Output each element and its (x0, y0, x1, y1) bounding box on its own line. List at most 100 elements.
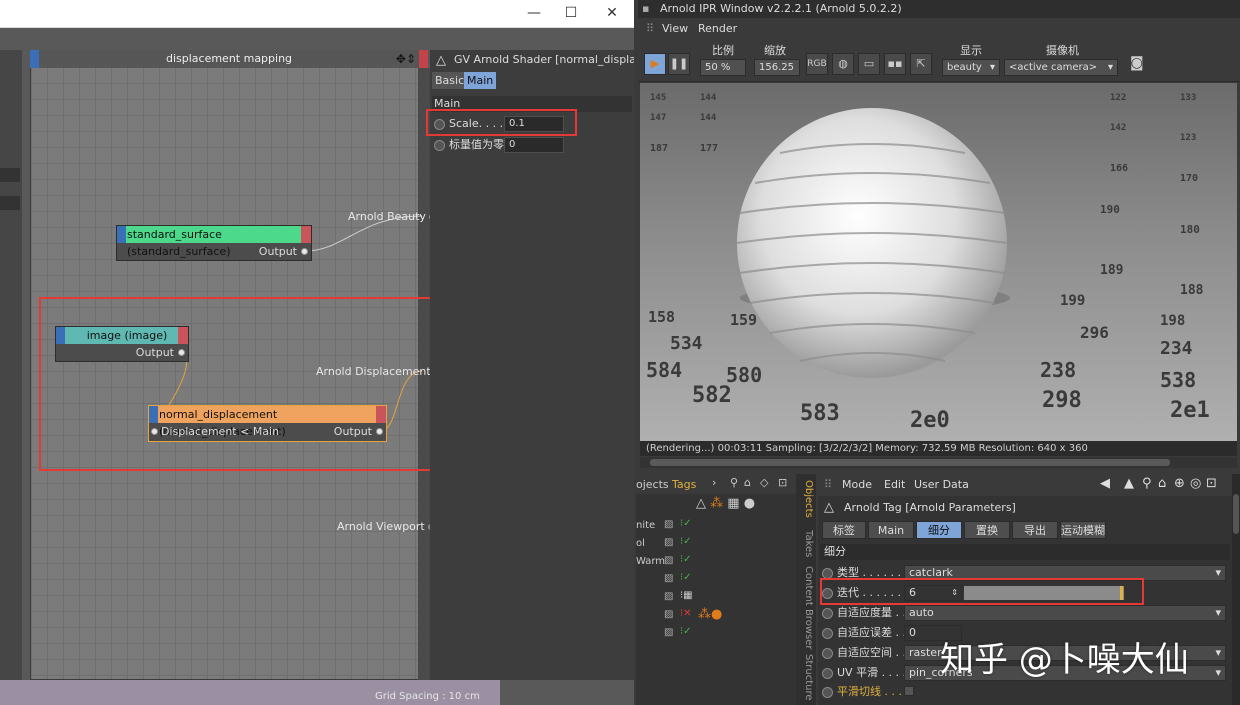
menu-edit[interactable]: Edit (884, 478, 905, 491)
render-number: 147 (650, 113, 667, 123)
layer-icon[interactable]: ▨ (664, 627, 673, 638)
arnold-tag-icon[interactable]: △ (696, 496, 706, 511)
globe-icon[interactable]: ◍ (832, 53, 854, 75)
object-row[interactable]: ▨ ⁝▦ (636, 589, 796, 607)
layer-icon[interactable]: ▨ (664, 573, 673, 584)
visible-check-icon[interactable]: ⁝✓ (680, 554, 692, 565)
ratio-stepper[interactable]: 50 % (700, 59, 746, 76)
vertical-tabs: Objects Takes Content Browser Structure (796, 474, 816, 705)
object-row[interactable]: ol ▨ ⁝✓ (636, 535, 796, 553)
material-tag-icon[interactable]: ⁂ (710, 496, 723, 511)
render-number: 580 (726, 363, 763, 387)
menu-view[interactable]: View (662, 22, 688, 35)
visible-check-icon[interactable]: ⁝✓ (680, 572, 692, 583)
scrollbar-thumb[interactable] (1233, 494, 1239, 534)
keyframe-radio[interactable] (822, 647, 833, 659)
tab-main[interactable]: Main (464, 72, 497, 89)
lock-icon[interactable]: ⊕ (1174, 476, 1185, 491)
zoom-stepper[interactable]: 156.25 (754, 59, 800, 76)
dropdown-value: beauty (947, 62, 982, 73)
param-smooth-tangents[interactable]: 平滑切线 . . . . (820, 683, 1230, 701)
sphere-tag-icon[interactable]: ● (744, 496, 755, 511)
menu-user-data[interactable]: User Data (914, 478, 969, 491)
object-row[interactable]: ▨ ⁝✓ (636, 571, 796, 589)
vtab-takes[interactable]: Takes (798, 530, 814, 557)
region-icon[interactable]: ▭ (858, 53, 880, 75)
smooth-tangents-checkbox[interactable] (904, 686, 914, 696)
horizontal-scrollbar[interactable] (640, 457, 1237, 468)
render-number: 159 (730, 311, 758, 329)
camera-snapshot-icon[interactable]: ◙ (1130, 55, 1144, 71)
tags-tab[interactable]: Tags (672, 478, 696, 491)
play-button[interactable]: ▶ (644, 53, 666, 75)
render-number: 538 (1160, 368, 1197, 392)
vertical-scrollbar[interactable] (1232, 474, 1240, 705)
pause-button[interactable]: ❚❚ (668, 53, 690, 75)
render-view[interactable]: 582 580 584 583 534 238 538 234 298 2e0 … (640, 83, 1237, 441)
tab-motion-blur[interactable]: 运动模糊 (1060, 521, 1106, 539)
keyframe-radio[interactable] (434, 139, 445, 151)
grid-tag-icon[interactable]: ⁝▦ (680, 590, 693, 601)
arrow-right-icon[interactable]: › (712, 476, 716, 489)
layer-icon[interactable]: ▨ (664, 609, 673, 620)
tab-export[interactable]: 导出 (1012, 521, 1058, 539)
layer-icon[interactable]: ▨ (664, 555, 673, 566)
keyframe-radio[interactable] (822, 627, 833, 639)
search-icon[interactable]: ⚲ (730, 476, 738, 489)
menu-mode[interactable]: Mode (842, 478, 872, 491)
new-panel-icon[interactable]: ⊡ (1206, 476, 1217, 491)
visible-check-icon[interactable]: ⁝✓ (680, 518, 692, 529)
layer-icon[interactable]: ▨ (664, 591, 673, 602)
link-icon[interactable]: ◇ (760, 476, 768, 489)
home-icon[interactable]: ⌂ (744, 476, 751, 489)
output-dot[interactable] (301, 248, 308, 255)
object-row[interactable]: Warm ▨ ⁝✓ (636, 553, 796, 571)
expand-icon[interactable]: ⊡ (778, 476, 787, 489)
arnold-viewport-output[interactable]: Arnold Viewport (337, 520, 435, 533)
render-number: 187 (650, 143, 669, 154)
arnold-beauty-output[interactable]: Arnold Beauty (348, 210, 436, 223)
tab-basic[interactable]: Basic (432, 72, 468, 89)
adaptive-metric-dropdown[interactable]: auto ▾ (904, 605, 1226, 621)
checker-tag-icon[interactable]: ▦ (727, 496, 739, 511)
keyframe-radio[interactable] (822, 567, 833, 579)
material-tag-icon[interactable]: ⁂● (698, 607, 722, 622)
cursor-icon[interactable]: ▲ (1124, 476, 1134, 491)
hidden-x-icon[interactable]: ⁝✕ (680, 608, 692, 619)
object-row[interactable]: nite ▨ ⁝✓ (636, 517, 796, 535)
scrollbar-thumb[interactable] (650, 459, 1170, 466)
standard-surface-node[interactable]: standard_surface (standard_surface) Outp… (116, 225, 312, 261)
tab-tag[interactable]: 标签 (822, 521, 866, 539)
tab-main[interactable]: Main (868, 521, 914, 539)
camera-dropdown[interactable]: <active camera> ▾ (1004, 59, 1118, 76)
node-output-port[interactable]: Output (117, 243, 311, 260)
export-icon[interactable]: ⇱ (910, 53, 932, 75)
tab-displacement[interactable]: 置换 (964, 521, 1010, 539)
visible-check-icon[interactable]: ⁝✓ (680, 536, 692, 547)
vtab-structure[interactable]: Structure (798, 654, 814, 701)
layer-icon[interactable]: ▨ (664, 519, 673, 530)
keyframe-radio[interactable] (822, 667, 833, 679)
back-arrow-icon[interactable]: ◀ (1100, 476, 1110, 491)
param-scalar-zero[interactable]: 标量值为零 (432, 136, 504, 154)
object-row[interactable]: ▨ ⁝✕ ⁂● (636, 607, 796, 625)
object-row[interactable]: ▨ ⁝✓ (636, 625, 796, 643)
vtab-objects[interactable]: Objects (798, 480, 814, 518)
keyframe-radio[interactable] (822, 607, 833, 619)
render-number: 584 (646, 358, 683, 382)
up-icon[interactable]: ⌂ (1158, 476, 1166, 491)
vtab-content-browser[interactable]: Content Browser (798, 566, 814, 649)
render-number: 142 (1110, 123, 1127, 133)
objects-tab[interactable]: ojects (636, 478, 669, 491)
target-icon[interactable]: ◎ (1190, 476, 1201, 491)
visible-check-icon[interactable]: ⁝✓ (680, 626, 692, 637)
tab-subdivision[interactable]: 细分 (916, 521, 962, 539)
compare-icon[interactable]: ▪▪ (884, 53, 906, 75)
scalar-zero-input[interactable]: 0 (504, 137, 564, 153)
display-dropdown[interactable]: beauty ▾ (942, 59, 1000, 76)
rgb-button[interactable]: RGB (806, 53, 828, 75)
layer-icon[interactable]: ▨ (664, 537, 673, 548)
keyframe-radio[interactable] (822, 686, 833, 698)
search-icon[interactable]: ⚲ (1142, 476, 1152, 491)
menu-render[interactable]: Render (698, 22, 737, 35)
